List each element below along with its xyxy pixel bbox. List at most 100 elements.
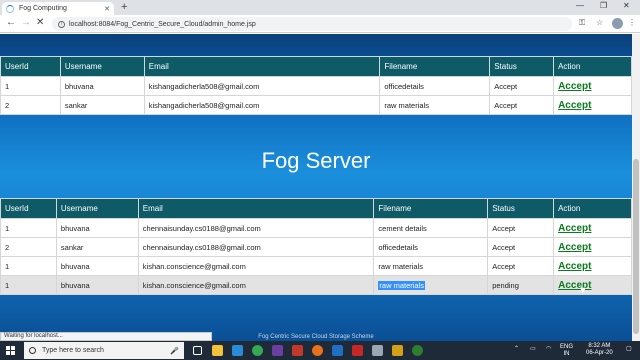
selected-text: raw materials: [378, 280, 426, 290]
stop-icon[interactable]: ✕: [36, 17, 44, 28]
table-cell: Accept: [487, 256, 555, 276]
page-title: Fog Server: [261, 148, 371, 173]
app-icon[interactable]: [272, 345, 283, 356]
key-icon[interactable]: ⚿: [579, 18, 585, 28]
column-header: UserId: [0, 56, 61, 77]
table-cell: 2: [0, 95, 61, 115]
tab-title: Fog Computing: [19, 5, 67, 12]
column-header: Email: [143, 56, 381, 77]
table-header-row: UserId Username Email Filename Status Action: [0, 198, 632, 219]
table-cell: raw materials: [379, 95, 491, 115]
window-close-icon[interactable]: ✕: [623, 1, 630, 10]
language-indicator[interactable]: ENG: [560, 344, 573, 350]
table-cell: 1: [0, 218, 57, 238]
notification-icon[interactable]: ▢: [626, 345, 632, 352]
loading-spinner-icon: [6, 4, 14, 13]
maximize-icon[interactable]: ❐: [600, 1, 607, 10]
accept-link[interactable]: Accept: [553, 218, 632, 238]
table-cell: kishangadicherla508@gmail.com: [143, 76, 381, 96]
table-cell: 2: [0, 237, 57, 257]
table-cell: 1: [0, 275, 57, 295]
clock-time: 8:32 AM: [588, 343, 611, 349]
table-cell: bhuvana: [59, 76, 145, 96]
info-icon[interactable]: i: [58, 20, 65, 28]
taskbar: Type here to search 🎤 ⌃ ▭ ◠ ENG IN 8:32 …: [0, 341, 640, 360]
column-header: Action: [553, 198, 632, 219]
table-cell: cement details: [373, 218, 489, 238]
app-icon[interactable]: [372, 345, 383, 356]
windows-start-icon[interactable]: [6, 346, 15, 355]
scroll-thumb[interactable]: [633, 159, 639, 334]
back-icon[interactable]: ←: [6, 17, 16, 28]
close-icon[interactable]: ✕: [104, 5, 110, 13]
star-icon[interactable]: ☆: [596, 18, 603, 27]
table-cell: kishangadicherla508@gmail.com: [143, 95, 381, 115]
menu-icon[interactable]: ⋮: [628, 18, 636, 27]
table-cell: kishan.conscience@gmail.com: [137, 256, 375, 276]
table-row: 1 bhuvana chennaisunday.cs0188@gmail.com ce…: [0, 218, 632, 238]
table-cell: raw materials: [373, 256, 489, 276]
accept-link[interactable]: Accept: [553, 237, 632, 257]
table-row: 1 bhuvana kishan.conscience@gmail.com raw m…: [0, 256, 632, 276]
table-cell: Accept: [487, 218, 555, 238]
search-icon: [29, 347, 36, 354]
minimize-icon[interactable]: —: [576, 1, 584, 10]
browser-tabstrip: Fog Computing ✕ + — ❐ ✕: [0, 0, 640, 15]
table-cell: chennaisunday.cs0188@gmail.com: [137, 237, 375, 257]
clock-date: 06-Apr-20: [586, 350, 613, 356]
fog-server-table: UserId Username Email Filename Status Action …: [0, 198, 632, 295]
table-cell: pending: [487, 275, 555, 295]
microphone-icon[interactable]: 🎤: [170, 347, 179, 355]
region-indicator: IN: [563, 351, 570, 357]
table-header-row: UserId Username Email Filename Status Action: [0, 56, 632, 77]
search-input[interactable]: Type here to search 🎤: [24, 342, 184, 359]
column-header: Filename: [373, 198, 489, 219]
column-header: Filename: [379, 56, 491, 77]
store-icon[interactable]: [232, 345, 243, 356]
table-row: 1 bhuvana kishangadicherla508@gmail.com off…: [0, 76, 632, 96]
table-cell: sankar: [59, 95, 145, 115]
accept-link[interactable]: Accept: [553, 256, 632, 276]
column-header: Status: [489, 56, 555, 77]
table-row: 1 bhuvana kishan.conscience@gmail.com raw m…: [0, 275, 632, 295]
avatar[interactable]: [612, 18, 623, 29]
app-icon[interactable]: [412, 345, 423, 356]
cloud-requests-table: UserId Username Email Filename Status Action …: [0, 56, 632, 115]
search-placeholder: Type here to search: [42, 347, 104, 354]
forward-icon[interactable]: →: [21, 17, 31, 28]
accept-link[interactable]: Accept: [553, 76, 632, 96]
scrollbar[interactable]: [632, 34, 640, 341]
battery-icon[interactable]: ▭: [530, 345, 536, 352]
clock[interactable]: 8:32 AM 06-Apr-20: [586, 343, 613, 357]
chrome-icon[interactable]: [252, 345, 263, 356]
table-cell: bhuvana: [55, 218, 139, 238]
wifi-icon[interactable]: ◠: [546, 345, 551, 352]
table-cell: raw materials: [373, 275, 489, 295]
accept-link[interactable]: Accept: [553, 275, 632, 295]
table-cell: chennaisunday.cs0188@gmail.com: [137, 218, 375, 238]
app-icon[interactable]: [292, 345, 303, 356]
column-header: Username: [59, 56, 145, 77]
table-cell: officedetails: [379, 76, 491, 96]
url-text: localhost:8084/Fog_Centric_Secure_Cloud/…: [69, 20, 256, 28]
column-header: Email: [137, 198, 375, 219]
status-bubble: Waiting for localhost...: [0, 332, 212, 341]
table-cell: kishan.conscience@gmail.com: [137, 275, 375, 295]
table-cell: Accept: [489, 95, 555, 115]
new-tab-icon[interactable]: +: [121, 1, 127, 13]
table-cell: Accept: [487, 237, 555, 257]
file-explorer-icon[interactable]: [212, 345, 223, 356]
edge-icon[interactable]: [332, 345, 343, 356]
table-cell: sankar: [55, 237, 139, 257]
accept-link[interactable]: Accept: [553, 95, 632, 115]
table-cell: bhuvana: [55, 275, 139, 295]
network-icon[interactable]: ⌃: [514, 345, 519, 352]
table-cell: 1: [0, 256, 57, 276]
app-icon[interactable]: [352, 345, 363, 356]
folder-icon[interactable]: [392, 345, 403, 356]
browser-tab[interactable]: Fog Computing ✕: [2, 2, 114, 15]
task-view-icon[interactable]: [193, 346, 202, 355]
firefox-icon[interactable]: [312, 345, 323, 356]
address-bar[interactable]: i localhost:8084/Fog_Centric_Secure_Clou…: [52, 17, 572, 31]
column-header: Username: [55, 198, 139, 219]
